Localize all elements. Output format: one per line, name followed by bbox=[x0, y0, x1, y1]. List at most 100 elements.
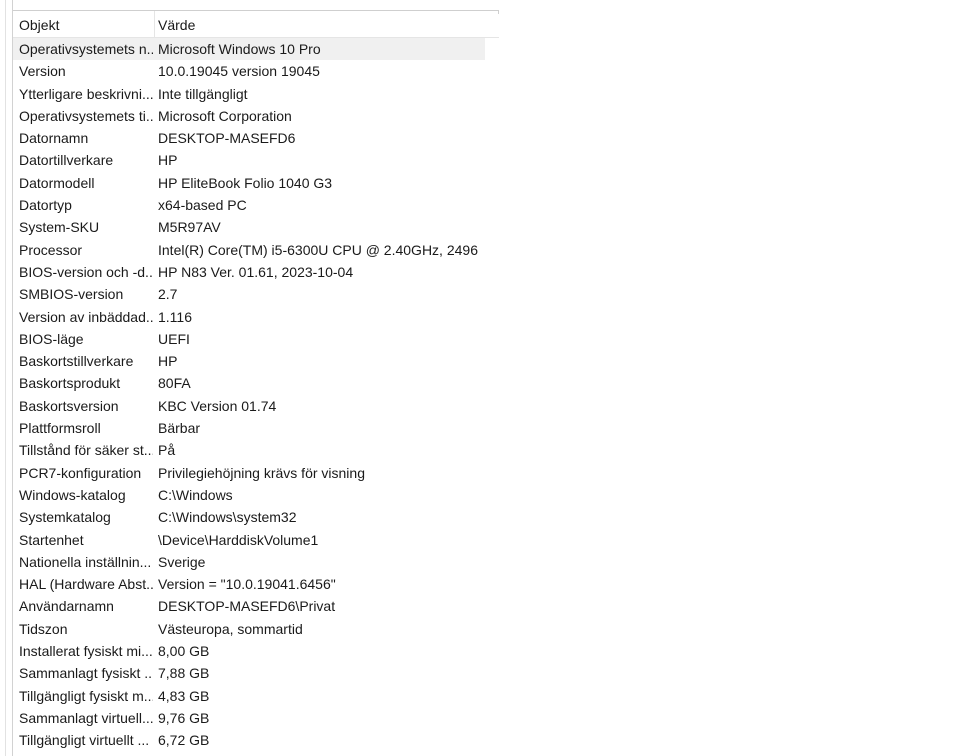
row-object-cell: Sammanlagt virtuell... bbox=[19, 709, 153, 726]
table-row[interactable]: PCR7-konfiguration Privilegiehöjning kräv… bbox=[13, 462, 485, 484]
table-row[interactable]: Sammanlagt fysiskt ... 7,88 GB bbox=[13, 662, 485, 684]
row-value-cell: 4,83 GB bbox=[158, 687, 210, 704]
row-object-cell: Baskortsprodukt bbox=[19, 375, 121, 392]
system-summary-list[interactable]: Objekt Värde Operativsystemets n... Micro… bbox=[13, 10, 499, 756]
row-object-cell: Operativsystemets n... bbox=[19, 41, 153, 57]
row-object-cell: Installerat fysiskt mi... bbox=[19, 643, 153, 660]
table-row[interactable]: Baskortsversion KBC Version 01.74 bbox=[13, 395, 485, 417]
table-row[interactable]: Operativsystemets ti... Microsoft Corpora… bbox=[13, 105, 485, 127]
system-information-window: Objekt Värde Operativsystemets n... Micro… bbox=[0, 0, 960, 756]
row-object-cell: Windows-katalog bbox=[19, 486, 126, 503]
table-row[interactable]: Tillgängligt fysiskt m... 4,83 GB bbox=[13, 685, 485, 707]
row-value-cell: HP bbox=[158, 152, 178, 169]
table-row[interactable]: Datormodell HP EliteBook Folio 1040 G3 bbox=[13, 172, 485, 194]
row-value-cell: Bärbar bbox=[158, 420, 201, 437]
row-object-cell: Operativsystemets ti... bbox=[19, 107, 153, 124]
row-object-cell: Användarnamn bbox=[19, 598, 114, 615]
row-value-cell: M5R97AV bbox=[158, 219, 221, 236]
row-value-cell: Inte tillgängligt bbox=[158, 85, 248, 102]
row-object-cell: Tillgängligt fysiskt m... bbox=[19, 687, 153, 704]
row-value-cell: HP bbox=[158, 353, 178, 370]
table-row[interactable]: Windows-katalog C:\Windows bbox=[13, 484, 485, 506]
table-row[interactable]: Ytterligare beskrivni... Inte tillgänglig… bbox=[13, 83, 485, 105]
row-object-cell: System-SKU bbox=[19, 219, 100, 236]
table-row[interactable]: Datortillverkare HP bbox=[13, 149, 485, 171]
row-object-cell: Datornamn bbox=[19, 130, 89, 147]
table-row[interactable]: Datornamn DESKTOP-MASEFD6 bbox=[13, 127, 485, 149]
column-separator[interactable] bbox=[154, 11, 155, 37]
column-header-value[interactable]: Värde bbox=[158, 11, 478, 37]
table-row[interactable]: Plattformsroll Bärbar bbox=[13, 417, 485, 439]
row-object-cell: Nationella inställnin... bbox=[19, 553, 152, 570]
table-row[interactable]: Sammanlagt virtuell... 9,76 GB bbox=[13, 707, 485, 729]
row-object-cell: Baskortsversion bbox=[19, 397, 119, 414]
table-row[interactable]: Version 10.0.19045 version 19045 bbox=[13, 60, 485, 82]
row-object-cell: Tillgängligt virtuellt ... bbox=[19, 732, 150, 749]
table-row[interactable]: Systemkatalog C:\Windows\system32 bbox=[13, 506, 485, 528]
row-value-cell: 80FA bbox=[158, 375, 191, 392]
table-row[interactable]: System-SKU M5R97AV bbox=[13, 216, 485, 238]
row-object-cell: Ytterligare beskrivni... bbox=[19, 85, 153, 102]
row-value-cell: På bbox=[158, 442, 176, 459]
row-object-cell: Baskortstillverkare bbox=[19, 353, 134, 370]
row-value-cell: 1.116 bbox=[158, 308, 192, 325]
table-row[interactable]: Användarnamn DESKTOP-MASEFD6\Privat bbox=[13, 595, 485, 617]
table-row[interactable]: Installerat fysiskt mi... 8,00 GB bbox=[13, 640, 485, 662]
table-row[interactable]: SMBIOS-version 2.7 bbox=[13, 283, 485, 305]
table-row[interactable]: Baskortsprodukt 80FA bbox=[13, 372, 485, 394]
row-value-cell: C:\Windows\system32 bbox=[158, 509, 297, 526]
table-row[interactable]: Tidszon Västeuropa, sommartid bbox=[13, 618, 485, 640]
row-object-cell: Tidszon bbox=[19, 620, 68, 637]
row-object-cell: SMBIOS-version bbox=[19, 286, 124, 303]
list-rows: Operativsystemets n... Microsoft Windows … bbox=[13, 38, 485, 752]
table-row[interactable]: Version av inbäddad... 1.116 bbox=[13, 306, 485, 328]
row-value-cell: UEFI bbox=[158, 330, 190, 347]
row-value-cell: 8,00 GB bbox=[158, 643, 210, 660]
row-value-cell: \Device\HarddiskVolume1 bbox=[158, 531, 319, 548]
row-value-cell: Sverige bbox=[158, 553, 206, 570]
table-row[interactable]: BIOS-version och -d... HP N83 Ver. 01.61,… bbox=[13, 261, 485, 283]
table-row[interactable]: Tillgängligt virtuellt ... 6,72 GB bbox=[13, 729, 485, 751]
column-header-object[interactable]: Objekt bbox=[19, 11, 153, 37]
row-object-cell: BIOS-läge bbox=[19, 330, 84, 347]
row-object-cell: Datortillverkare bbox=[19, 152, 114, 169]
row-value-cell: 7,88 GB bbox=[158, 665, 210, 682]
row-value-cell: 9,76 GB bbox=[158, 709, 210, 726]
row-object-cell: Startenhet bbox=[19, 531, 84, 548]
row-value-cell: C:\Windows bbox=[158, 486, 233, 503]
pane-divider bbox=[5, 0, 6, 756]
row-value-cell: DESKTOP-MASEFD6 bbox=[158, 130, 296, 147]
row-object-cell: Version bbox=[19, 63, 66, 80]
row-value-cell: Västeuropa, sommartid bbox=[158, 620, 303, 637]
table-row[interactable]: Startenhet \Device\HarddiskVolume1 bbox=[13, 529, 485, 551]
row-value-cell: Version = "10.0.19041.6456" bbox=[158, 576, 336, 593]
row-object-cell: HAL (Hardware Abst... bbox=[19, 576, 153, 593]
row-object-cell: Systemkatalog bbox=[19, 509, 111, 526]
table-row[interactable]: Processor Intel(R) Core(TM) i5-6300U CPU … bbox=[13, 239, 485, 261]
table-row[interactable]: Tillstånd för säker st... På bbox=[13, 439, 485, 461]
row-value-cell: KBC Version 01.74 bbox=[158, 397, 277, 414]
row-value-cell: 2.7 bbox=[158, 286, 178, 303]
row-object-cell: Sammanlagt fysiskt ... bbox=[19, 665, 153, 682]
left-pane-edge[interactable] bbox=[0, 0, 13, 756]
table-row[interactable]: Nationella inställnin... Sverige bbox=[13, 551, 485, 573]
table-row[interactable]: Datortyp x64-based PC bbox=[13, 194, 485, 216]
table-row[interactable]: Baskortstillverkare HP bbox=[13, 350, 485, 372]
row-object-cell: Tillstånd för säker st... bbox=[19, 442, 153, 459]
row-value-cell: Intel(R) Core(TM) i5-6300U CPU @ 2.40GHz… bbox=[158, 241, 480, 258]
row-object-cell: BIOS-version och -d... bbox=[19, 263, 153, 280]
row-value-cell: Microsoft Corporation bbox=[158, 107, 292, 124]
row-value-cell: HP N83 Ver. 01.61, 2023-10-04 bbox=[158, 263, 354, 280]
row-object-cell: Datortyp bbox=[19, 197, 72, 214]
row-value-cell: Privilegiehöjning krävs för visning bbox=[158, 464, 365, 481]
row-object-cell: Datormodell bbox=[19, 174, 95, 191]
row-object-cell: Plattformsroll bbox=[19, 420, 101, 437]
table-row[interactable]: BIOS-läge UEFI bbox=[13, 328, 485, 350]
row-value-cell: Microsoft Windows 10 Pro bbox=[158, 41, 321, 57]
row-value-cell: HP EliteBook Folio 1040 G3 bbox=[158, 174, 333, 191]
table-row[interactable]: Operativsystemets n... Microsoft Windows … bbox=[13, 38, 485, 61]
row-object-cell: Version av inbäddad... bbox=[19, 308, 153, 325]
table-row[interactable]: HAL (Hardware Abst... Version = "10.0.190… bbox=[13, 573, 485, 595]
row-value-cell: x64-based PC bbox=[158, 197, 247, 214]
row-value-cell: 6,72 GB bbox=[158, 732, 210, 749]
